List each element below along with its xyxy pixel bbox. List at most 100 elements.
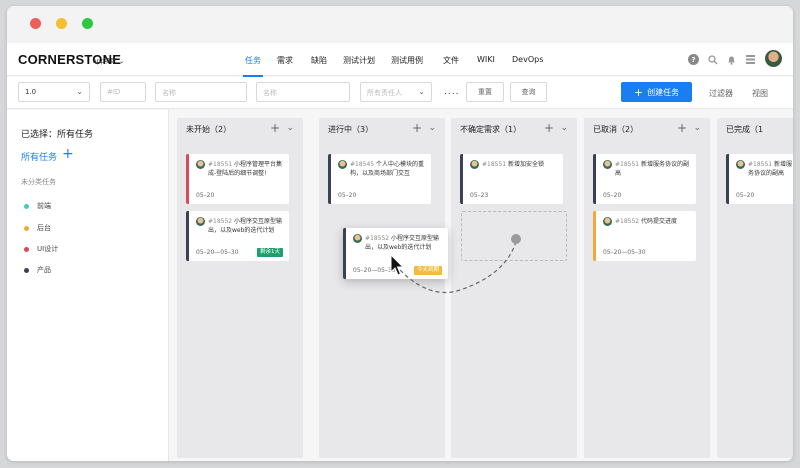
sidebar-item-frontend[interactable]: 前端 bbox=[24, 201, 51, 211]
task-id: #18551 bbox=[208, 161, 233, 168]
chevron-down-icon[interactable]: ⌄ bbox=[560, 123, 568, 133]
assignee-avatar bbox=[338, 160, 347, 169]
maximize-window-button[interactable] bbox=[82, 18, 93, 29]
task-card[interactable]: #18551 新增服务协议的副高 05–20 bbox=[726, 154, 793, 204]
sidebar-item-label: 产品 bbox=[37, 266, 51, 274]
nav-test-cases[interactable]: 测试用例 bbox=[391, 55, 423, 66]
task-text: 新增加安全锁 bbox=[506, 161, 545, 168]
add-category-icon[interactable]: + bbox=[62, 146, 74, 162]
category-dot-icon bbox=[24, 246, 29, 252]
sidebar-item-backend[interactable]: 后台 bbox=[24, 223, 51, 233]
kanban-column-in-progress: 进行中（3） + ⌄ #18545 个人中心模块的重构，以及商场部门交互 05–… bbox=[319, 118, 445, 458]
apps-grid-icon[interactable] bbox=[745, 54, 756, 65]
nav-test-plan[interactable]: 测试计划 bbox=[343, 55, 375, 66]
task-title: #18545 个人中心模块的重构，以及商场部门交互 bbox=[350, 160, 427, 178]
task-date: 05–20—05–30 bbox=[353, 267, 396, 274]
nav-devops[interactable]: DevOps bbox=[512, 55, 543, 64]
task-card[interactable]: #18545 个人中心模块的重构，以及商场部门交互 05–20 bbox=[328, 154, 431, 204]
project-selector[interactable]: app项目 ⌄ bbox=[93, 56, 124, 65]
task-id: #18551 bbox=[615, 161, 640, 168]
dragging-task-card[interactable]: #18552 小程序交互原型输出，以及web的迭代计划 05–20—05–30 … bbox=[343, 228, 448, 279]
chevron-down-icon[interactable]: ⌄ bbox=[286, 123, 294, 133]
column-title: 不确定需求（1） bbox=[460, 125, 522, 134]
chevron-down-icon[interactable]: ⌄ bbox=[428, 123, 436, 133]
category-dot-icon bbox=[24, 225, 29, 231]
nav-files[interactable]: 文件 bbox=[443, 55, 459, 66]
task-title: #18552 代码提交进度 bbox=[615, 217, 692, 226]
kanban-column-cancelled: 已取消（2） + ⌄ #18551 新增服务协议的副高 05–20 #18552… bbox=[584, 118, 710, 458]
task-id: #18552 bbox=[615, 218, 640, 225]
nav-defects[interactable]: 缺陷 bbox=[311, 55, 327, 66]
nav-tasks[interactable]: 任务 bbox=[243, 55, 263, 77]
column-title: 已完成（1 bbox=[726, 125, 764, 134]
nav-wiki[interactable]: WIKI bbox=[477, 55, 495, 64]
nav-requirements[interactable]: 需求 bbox=[277, 55, 293, 66]
kanban-board: 未开始（2） + ⌄ #18551 小程序管理平台集成-登陆后的细节调整! 05… bbox=[177, 110, 793, 461]
selected-label: 已选择：所有任务 bbox=[21, 130, 94, 140]
more-filters-button[interactable]: .... bbox=[444, 87, 459, 97]
id-input[interactable]: #ID bbox=[100, 82, 146, 102]
assignee-avatar bbox=[603, 217, 612, 226]
create-task-button[interactable]: + 创建任务 bbox=[621, 82, 692, 102]
status-badge: 今天到期 bbox=[413, 266, 442, 275]
task-id: #18545 bbox=[350, 161, 375, 168]
drop-placeholder bbox=[461, 211, 567, 261]
task-title: #18551 新增服务协议的副高 bbox=[748, 160, 793, 178]
add-card-icon[interactable]: + bbox=[412, 121, 422, 135]
uncategorized-tasks[interactable]: 未分类任务 bbox=[21, 177, 56, 187]
add-card-icon[interactable]: + bbox=[544, 121, 554, 135]
add-card-icon[interactable]: + bbox=[270, 121, 280, 135]
category-dot-icon bbox=[24, 267, 29, 273]
all-tasks-link[interactable]: 所有任务 bbox=[21, 150, 57, 163]
task-text: 代码提交进度 bbox=[639, 218, 678, 225]
category-dot-icon bbox=[24, 203, 29, 209]
add-card-icon[interactable]: + bbox=[677, 121, 687, 135]
task-card[interactable]: #18552 代码提交进度 05–20—05–30 bbox=[593, 211, 696, 261]
version-select[interactable]: 1.0 ⌄ bbox=[18, 82, 90, 102]
task-card[interactable]: #18551 新增加安全锁 05–23 bbox=[460, 154, 563, 204]
search-icon[interactable] bbox=[707, 54, 718, 65]
chevron-down-icon[interactable]: ⌄ bbox=[693, 123, 701, 133]
user-avatar[interactable] bbox=[765, 50, 782, 67]
task-date: 05–20 bbox=[736, 192, 755, 199]
help-icon[interactable]: ? bbox=[688, 54, 699, 65]
sidebar-item-label: 后台 bbox=[37, 224, 51, 232]
task-id: #18551 bbox=[748, 161, 773, 168]
reset-button[interactable]: 重置 bbox=[466, 82, 504, 102]
view-link[interactable]: 视图 bbox=[752, 88, 768, 99]
minimize-window-button[interactable] bbox=[56, 18, 67, 29]
assignee-avatar bbox=[603, 160, 612, 169]
kanban-column-not-started: 未开始（2） + ⌄ #18551 小程序管理平台集成-登陆后的细节调整! 05… bbox=[177, 118, 303, 458]
chevron-down-icon: ⌄ bbox=[418, 87, 425, 96]
owner-select[interactable]: 所有责任人 ⌄ bbox=[360, 82, 432, 102]
task-title: #18551 新增加安全锁 bbox=[482, 160, 559, 169]
task-date: 05–23 bbox=[470, 192, 489, 199]
task-title: #18552 小程序交互原型输出，以及web的迭代计划 bbox=[365, 234, 444, 252]
task-card[interactable]: #18551 新增服务协议的副高 05–20 bbox=[593, 154, 696, 204]
task-title: #18551 小程序管理平台集成-登陆后的细节调整! bbox=[208, 160, 285, 178]
filter-link[interactable]: 过滤器 bbox=[709, 88, 733, 99]
name-input[interactable]: 名称 bbox=[155, 82, 247, 102]
task-card[interactable]: #18551 小程序管理平台集成-登陆后的细节调整! 05–20 bbox=[186, 154, 289, 204]
query-button[interactable]: 查询 bbox=[510, 82, 547, 102]
assignee-avatar bbox=[736, 160, 745, 169]
version-value: 1.0 bbox=[25, 88, 37, 96]
name-input-2[interactable]: 名称 bbox=[256, 82, 350, 102]
column-title: 已取消（2） bbox=[593, 125, 639, 134]
sidebar: 已选择：所有任务 所有任务 + 未分类任务 前端 后台 UI设计 产品 bbox=[7, 110, 169, 461]
app-window: CORNERSTONE app项目 ⌄ 任务 需求 缺陷 测试计划 测试用例 文件… bbox=[7, 6, 793, 461]
column-title: 未开始（2） bbox=[186, 125, 232, 134]
assignee-avatar bbox=[196, 160, 205, 169]
sidebar-item-label: UI设计 bbox=[37, 245, 59, 253]
sidebar-item-ui-design[interactable]: UI设计 bbox=[24, 244, 58, 254]
column-title: 进行中（3） bbox=[328, 125, 374, 134]
task-card[interactable]: #18552 小程序交互原型输出，以及web的迭代计划 05–20—05–30 … bbox=[186, 211, 289, 261]
close-window-button[interactable] bbox=[30, 18, 41, 29]
assignee-avatar bbox=[196, 217, 205, 226]
sidebar-item-product[interactable]: 产品 bbox=[24, 265, 51, 275]
assignee-avatar bbox=[353, 234, 362, 243]
task-date: 05–20—05–30 bbox=[603, 249, 646, 256]
bell-icon[interactable] bbox=[726, 54, 737, 65]
task-date: 05–20—05–30 bbox=[196, 249, 239, 256]
status-badge: 剩余1天 bbox=[257, 248, 283, 257]
